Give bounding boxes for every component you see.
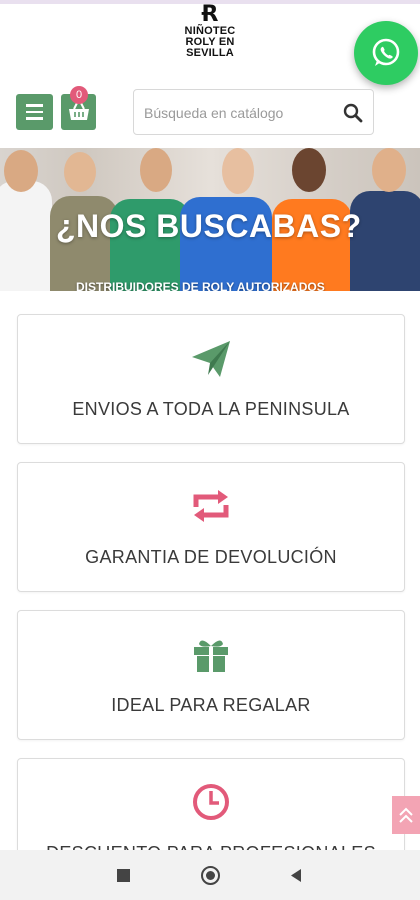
model-head: [292, 148, 326, 192]
search-input[interactable]: [144, 102, 334, 124]
banner-title: ¿NOS BUSCABAS?: [56, 208, 362, 244]
double-chevron-up-icon: [399, 807, 413, 823]
model-figure: [0, 181, 52, 291]
hamburger-line: [26, 117, 43, 120]
search-box[interactable]: [133, 89, 374, 135]
logo-fineprint: [176, 59, 244, 64]
clock-icon: [193, 784, 229, 820]
model-head: [4, 150, 38, 192]
scroll-to-top-button[interactable]: [392, 796, 420, 834]
feature-label: GARANTIA DE DEVOLUCIÓN: [85, 547, 337, 567]
logo-line-3: SEVILLA: [186, 47, 234, 59]
recent-apps-button[interactable]: [117, 869, 130, 882]
model-head: [140, 148, 172, 192]
model-head: [64, 152, 96, 192]
whatsapp-icon: [372, 38, 400, 66]
search-icon[interactable]: [343, 103, 363, 123]
logo-mark: Ɍ: [201, 2, 219, 27]
feature-card-gift[interactable]: IDEAL PARA REGALAR: [17, 610, 405, 740]
whatsapp-button[interactable]: [354, 21, 418, 85]
home-button[interactable]: [201, 866, 220, 885]
retweet-icon: [193, 490, 229, 522]
basket-icon: [68, 102, 89, 120]
back-triangle-icon[interactable]: [289, 868, 303, 883]
banner-subtitle: DISTRIBUIDORES DE ROLY AUTORIZADOS: [76, 280, 325, 291]
hamburger-line: [26, 110, 43, 114]
home-dot-icon: [206, 871, 215, 880]
brand-logo[interactable]: Ɍ NIÑOTEC ROLY EN SEVILLA: [176, 4, 244, 78]
hero-banner[interactable]: ¿NOS BUSCABAS? DISTRIBUIDORES DE ROLY AU…: [0, 148, 420, 291]
feature-label: IDEAL PARA REGALAR: [111, 695, 311, 715]
menu-button[interactable]: [16, 94, 53, 130]
android-navigation-bar: [0, 850, 420, 900]
model-head: [372, 148, 406, 192]
model-head: [222, 148, 254, 194]
cart-count-badge: 0: [70, 86, 88, 104]
gift-icon: [194, 640, 228, 672]
paper-plane-icon: [192, 341, 230, 377]
hamburger-line: [26, 104, 43, 107]
feature-card-returns[interactable]: GARANTIA DE DEVOLUCIÓN: [17, 462, 405, 592]
feature-label: ENVIOS A TODA LA PENINSULA: [72, 399, 350, 419]
feature-card-shipping[interactable]: ENVIOS A TODA LA PENINSULA: [17, 314, 405, 444]
